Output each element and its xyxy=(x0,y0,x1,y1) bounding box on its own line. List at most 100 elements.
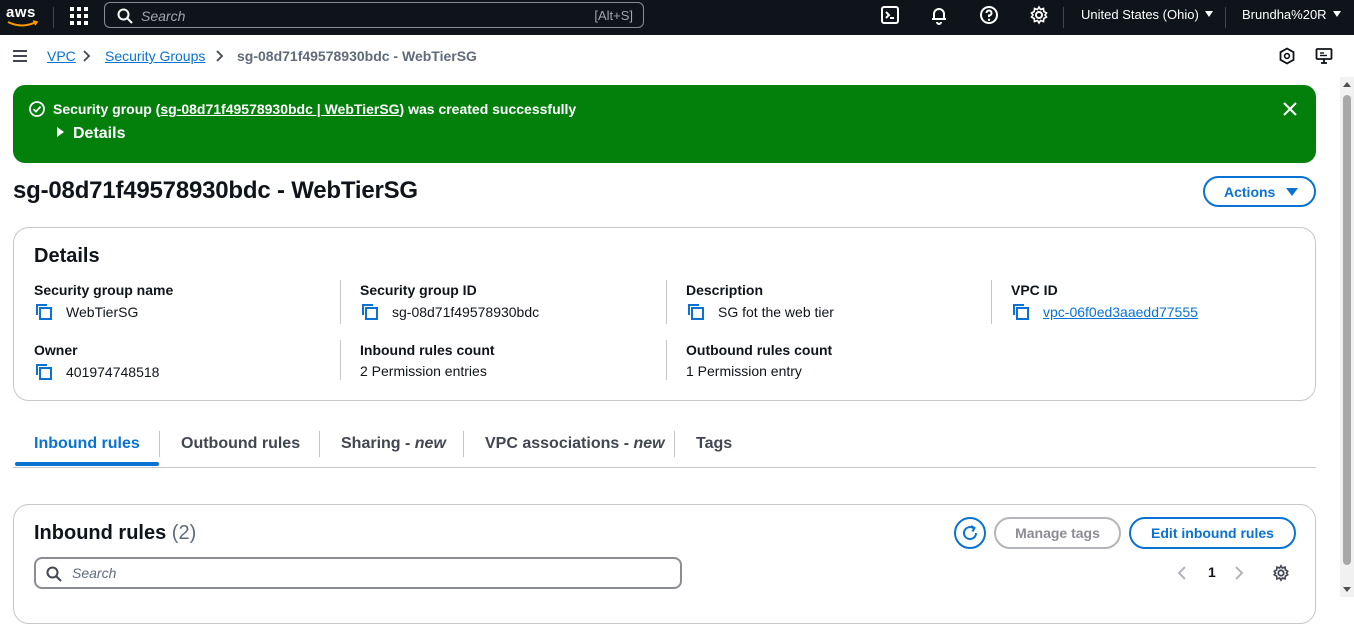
actions-label: Actions xyxy=(1224,184,1276,200)
search-shortcut: [Alt+S] xyxy=(594,8,633,23)
current-page-number[interactable]: 1 xyxy=(1208,564,1216,580)
breadcrumb-link[interactable]: Security Groups xyxy=(105,48,205,64)
copy-icon[interactable] xyxy=(34,303,54,321)
divider xyxy=(53,7,54,28)
copy-icon[interactable] xyxy=(360,303,380,321)
tab-vpc-associations[interactable]: VPC associations - new xyxy=(485,435,665,453)
copy-icon[interactable] xyxy=(34,363,54,381)
column-divider xyxy=(666,280,667,324)
refresh-icon xyxy=(963,525,978,541)
column-divider xyxy=(340,340,341,380)
cloudshell-icon[interactable] xyxy=(880,5,900,25)
chevron-right-icon[interactable] xyxy=(1234,565,1244,581)
outbound-count-label: Outbound rules count xyxy=(686,342,833,358)
flash-details-toggle[interactable]: Details xyxy=(57,125,125,143)
copy-icon[interactable] xyxy=(1011,303,1031,321)
settings-gear-icon[interactable] xyxy=(1029,5,1049,25)
tab-vpc-associations-label: VPC associations - xyxy=(485,435,634,452)
notifications-bell-icon[interactable] xyxy=(929,5,949,25)
divider xyxy=(1063,7,1064,28)
manage-tags-button[interactable]: Manage tags xyxy=(994,517,1121,549)
search-icon xyxy=(117,8,133,24)
active-tab-indicator xyxy=(15,462,159,466)
menu-hamburger-icon[interactable] xyxy=(13,50,27,62)
page-scrollbar[interactable] xyxy=(1340,77,1354,597)
account-menu[interactable]: Brundha%20R xyxy=(1242,7,1341,22)
sg-name-field: Security group name WebTierSG xyxy=(34,282,173,321)
flash-details-label: Details xyxy=(73,125,126,142)
details-container: Details Security group name WebTierSG Se… xyxy=(13,227,1316,401)
close-icon[interactable] xyxy=(1282,101,1298,117)
tab-inbound-rules[interactable]: Inbound rules xyxy=(34,435,140,453)
page-title: sg-08d71f49578930bdc - WebTierSG xyxy=(13,177,418,204)
sg-id-value: sg-08d71f49578930bdc xyxy=(392,304,540,320)
inbound-count-field: Inbound rules count 2 Permission entries xyxy=(360,342,495,379)
inbound-rules-search-input[interactable]: Search xyxy=(34,557,682,589)
scroll-up-arrow-icon[interactable] xyxy=(1343,82,1351,87)
global-search-input[interactable]: Search [Alt+S] xyxy=(104,2,644,28)
edit-inbound-rules-button[interactable]: Edit inbound rules xyxy=(1129,517,1296,549)
tab-tags[interactable]: Tags xyxy=(696,435,732,453)
region-label: United States (Ohio) xyxy=(1081,7,1199,22)
sg-id-field: Security group ID sg-08d71f49578930bdc xyxy=(360,282,539,321)
tab-outbound-rules[interactable]: Outbound rules xyxy=(181,435,300,453)
vpc-id-link[interactable]: vpc-06f0ed3aaedd77555 xyxy=(1043,304,1198,320)
monitor-icon[interactable] xyxy=(1315,47,1333,65)
breadcrumb-link[interactable]: VPC xyxy=(47,48,76,64)
help-icon[interactable] xyxy=(979,5,999,25)
column-divider xyxy=(991,280,992,324)
scrollbar-thumb[interactable] xyxy=(1343,95,1351,565)
breadcrumb-current: sg-08d71f49578930bdc - WebTierSG xyxy=(237,48,477,64)
chevron-left-icon[interactable] xyxy=(1177,565,1187,581)
copy-icon[interactable] xyxy=(686,303,706,321)
search-placeholder: Search xyxy=(72,565,117,581)
scroll-down-arrow-icon[interactable] xyxy=(1343,587,1351,592)
tab-vpc-associations-new: new xyxy=(633,435,665,452)
success-flash-banner: Security group (sg-08d71f49578930bdc | W… xyxy=(13,85,1316,163)
breadcrumb: VPC Security Groups sg-08d71f49578930bdc… xyxy=(0,35,1354,77)
tab-sharing[interactable]: Sharing - new xyxy=(341,435,446,453)
region-selector[interactable]: United States (Ohio) xyxy=(1081,7,1213,22)
sg-name-value: WebTierSG xyxy=(66,304,139,320)
flash-security-group-link[interactable]: sg-08d71f49578930bdc | WebTierSG xyxy=(160,101,399,117)
description-field: Description SG fot the web tier xyxy=(686,282,834,321)
breadcrumb-current-label: sg-08d71f49578930bdc - WebTierSG xyxy=(237,48,477,64)
tab-divider xyxy=(319,431,320,457)
outbound-count-field: Outbound rules count 1 Permission entry xyxy=(686,342,832,379)
tab-divider xyxy=(159,431,160,457)
vpc-id-label: VPC ID xyxy=(1011,282,1058,298)
hexagon-info-icon[interactable] xyxy=(1278,47,1296,65)
owner-label: Owner xyxy=(34,342,78,358)
tab-divider xyxy=(674,431,675,457)
tab-sharing-label: Sharing - xyxy=(341,435,415,452)
inbound-rules-container: Inbound rules (2) Manage tags Edit inbou… xyxy=(13,504,1316,624)
tab-list: Inbound rules Outbound rules Sharing - n… xyxy=(13,425,1316,468)
flash-prefix: Security group ( xyxy=(53,101,161,117)
flash-suffix: ) was created successfully xyxy=(399,101,577,117)
refresh-button[interactable] xyxy=(954,517,986,549)
vpc-id-field: VPC ID vpc-06f0ed3aaedd77555 xyxy=(1011,282,1198,321)
sg-name-label: Security group name xyxy=(34,282,174,298)
divider xyxy=(1225,7,1226,28)
owner-value: 401974748518 xyxy=(66,364,160,380)
outbound-count-value: 1 Permission entry xyxy=(686,363,802,379)
tab-divider xyxy=(463,431,464,457)
account-name: Brundha%20R xyxy=(1242,7,1327,22)
sg-id-label: Security group ID xyxy=(360,282,477,298)
description-label: Description xyxy=(686,282,764,298)
chevron-right-icon xyxy=(216,50,224,62)
breadcrumb-security-groups[interactable]: Security Groups xyxy=(105,48,205,64)
settings-gear-icon[interactable] xyxy=(1272,564,1290,582)
services-grid-icon[interactable] xyxy=(70,7,88,25)
search-placeholder: Search xyxy=(141,8,186,24)
actions-button[interactable]: Actions xyxy=(1203,176,1316,207)
inbound-count-value: 2 Permission entries xyxy=(360,363,487,379)
success-check-icon xyxy=(29,101,45,117)
chevron-right-icon xyxy=(83,50,91,62)
inbound-rules-heading: Inbound rules (2) xyxy=(34,522,196,545)
aws-logo-text: aws xyxy=(6,4,36,21)
aws-logo[interactable]: aws xyxy=(6,4,40,30)
caret-down-icon xyxy=(1332,11,1341,17)
inbound-rules-count: (2) xyxy=(171,522,197,544)
breadcrumb-vpc[interactable]: VPC xyxy=(47,48,76,64)
